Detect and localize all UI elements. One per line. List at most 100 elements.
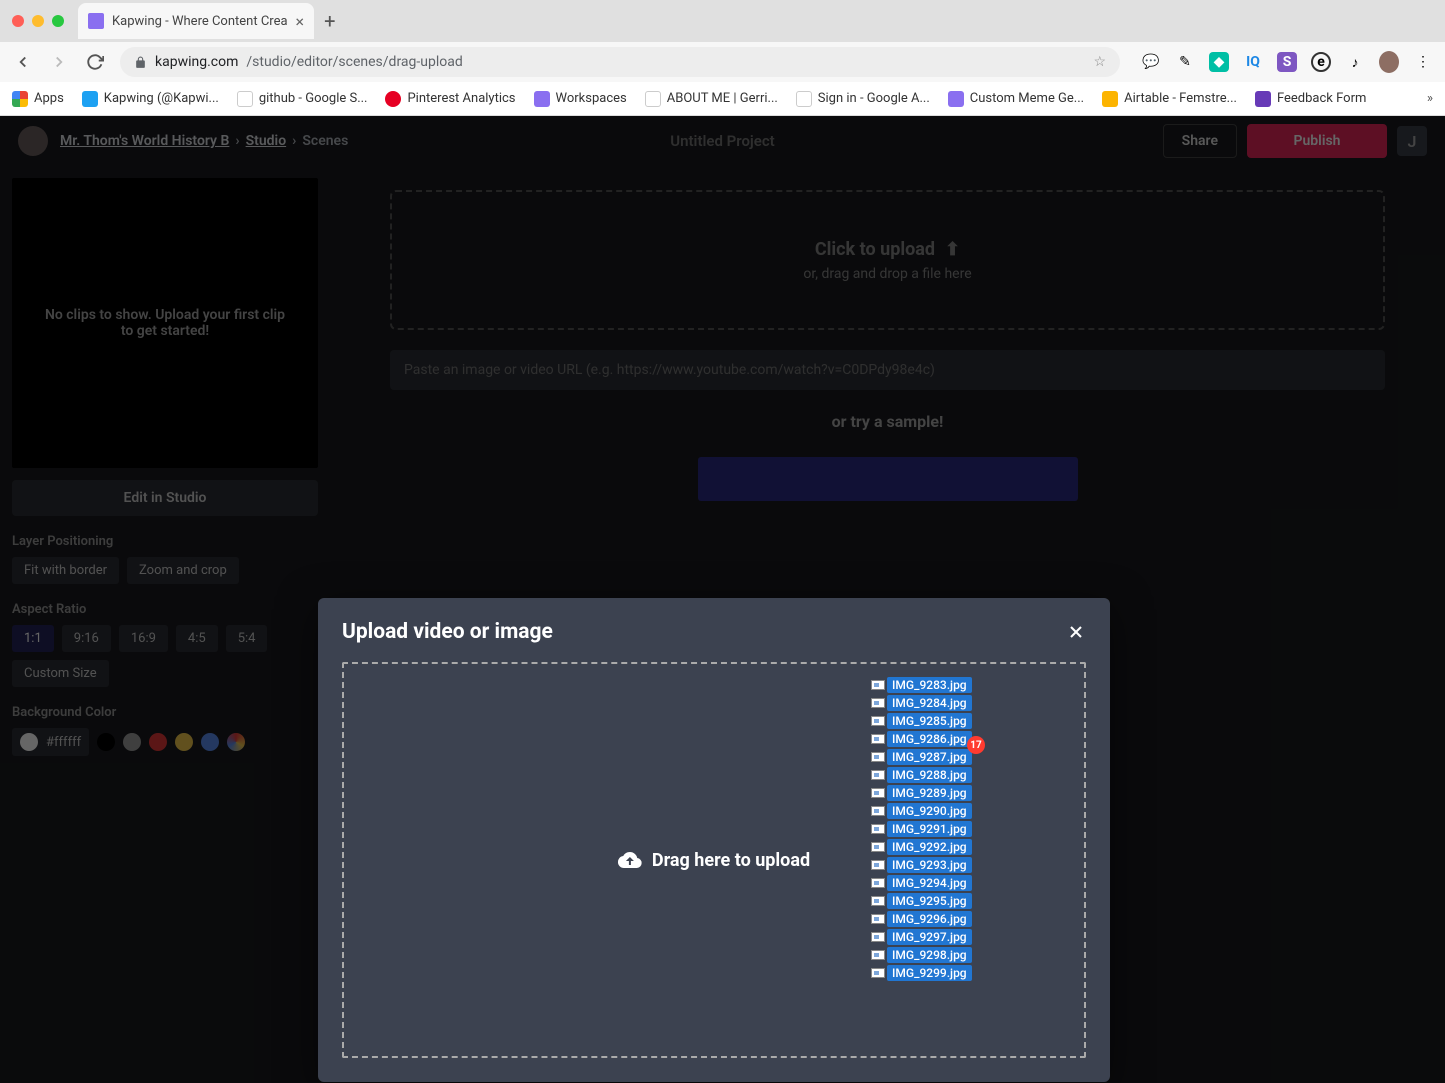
tab-title: Kapwing - Where Content Crea xyxy=(112,14,288,29)
maximize-window-icon[interactable] xyxy=(52,15,64,27)
bookmark-item[interactable]: Airtable - Femstre... xyxy=(1102,91,1237,107)
file-name-chip: IMG_9294.jpg xyxy=(887,875,972,891)
ext-icon[interactable]: ♪ xyxy=(1345,52,1365,72)
tab-close-icon[interactable]: × xyxy=(296,12,305,31)
apps-icon xyxy=(12,91,28,107)
bookmark-icon xyxy=(645,91,661,107)
bookmark-label: github - Google S... xyxy=(259,91,368,106)
drag-here-label: Drag here to upload xyxy=(652,850,810,871)
bookmark-icon xyxy=(1255,91,1271,107)
dragged-file-item: IMG_9287.jpg xyxy=(871,748,972,766)
image-file-icon xyxy=(871,824,885,834)
dragged-file-item: IMG_9294.jpg xyxy=(871,874,972,892)
image-file-icon xyxy=(871,752,885,762)
image-file-icon xyxy=(871,788,885,798)
bookmark-icon xyxy=(1102,91,1118,107)
bookmark-label: Airtable - Femstre... xyxy=(1124,91,1237,106)
file-name-chip: IMG_9288.jpg xyxy=(887,767,972,783)
image-file-icon xyxy=(871,734,885,744)
ext-icon[interactable]: S xyxy=(1277,52,1297,72)
modal-title: Upload video or image xyxy=(342,620,553,644)
dragged-file-item: IMG_9286.jpg xyxy=(871,730,972,748)
back-button[interactable] xyxy=(12,51,34,73)
url-input[interactable]: kapwing.com/studio/editor/scenes/drag-up… xyxy=(120,47,1120,77)
lock-icon xyxy=(134,56,147,69)
bookmark-item[interactable]: Pinterest Analytics xyxy=(385,91,515,107)
close-window-icon[interactable] xyxy=(12,15,24,27)
bookmark-item[interactable]: github - Google S... xyxy=(237,91,368,107)
modal-close-button[interactable] xyxy=(1066,622,1086,642)
bookmark-item[interactable]: Kapwing (@Kapwi... xyxy=(82,91,219,107)
bookmark-label: Feedback Form xyxy=(1277,91,1366,106)
ext-icon[interactable]: ✎ xyxy=(1175,52,1195,72)
window-controls[interactable] xyxy=(12,15,64,27)
file-name-chip: IMG_9296.jpg xyxy=(887,911,972,927)
file-name-chip: IMG_9295.jpg xyxy=(887,893,972,909)
bookmark-label: Workspaces xyxy=(556,91,627,106)
file-name-chip: IMG_9283.jpg xyxy=(887,677,972,693)
ext-icon[interactable]: e xyxy=(1311,52,1331,72)
ext-icon[interactable]: ◆ xyxy=(1209,52,1229,72)
image-file-icon xyxy=(871,914,885,924)
file-name-chip: IMG_9292.jpg xyxy=(887,839,972,855)
file-name-chip: IMG_9297.jpg xyxy=(887,929,972,945)
menu-icon[interactable]: ⋮ xyxy=(1413,52,1433,72)
browser-tab[interactable]: Kapwing - Where Content Crea × xyxy=(78,3,314,39)
bookmark-icon xyxy=(237,91,253,107)
file-name-chip: IMG_9287.jpg xyxy=(887,749,972,765)
forward-button[interactable] xyxy=(48,51,70,73)
file-count-badge: 17 xyxy=(967,736,985,754)
bookmark-overflow-icon[interactable]: » xyxy=(1427,91,1433,106)
bookmark-item[interactable]: Workspaces xyxy=(534,91,627,107)
image-file-icon xyxy=(871,896,885,906)
file-name-chip: IMG_9289.jpg xyxy=(887,785,972,801)
dragged-file-item: IMG_9299.jpg xyxy=(871,964,972,982)
file-name-chip: IMG_9285.jpg xyxy=(887,713,972,729)
profile-avatar-icon[interactable] xyxy=(1379,52,1399,72)
bookmark-icon xyxy=(82,91,98,107)
image-file-icon xyxy=(871,878,885,888)
bookmark-icon xyxy=(796,91,812,107)
file-name-chip: IMG_9291.jpg xyxy=(887,821,972,837)
reload-button[interactable] xyxy=(84,51,106,73)
image-file-icon xyxy=(871,968,885,978)
dragged-file-item: IMG_9289.jpg xyxy=(871,784,972,802)
dragged-file-item: IMG_9290.jpg xyxy=(871,802,972,820)
dragged-file-item: IMG_9283.jpg xyxy=(871,676,972,694)
ext-icon[interactable]: IQ xyxy=(1243,52,1263,72)
dragged-file-item: IMG_9297.jpg xyxy=(871,928,972,946)
dragged-file-item: IMG_9285.jpg xyxy=(871,712,972,730)
address-bar: kapwing.com/studio/editor/scenes/drag-up… xyxy=(0,42,1445,82)
bookmark-bar: Apps Kapwing (@Kapwi... github - Google … xyxy=(0,82,1445,116)
apps-button[interactable]: Apps xyxy=(12,91,64,107)
bookmark-icon xyxy=(385,91,401,107)
modal-dropzone[interactable]: Drag here to upload 17 IMG_9283.jpg IMG_9… xyxy=(342,662,1086,1058)
bookmark-label: Custom Meme Ge... xyxy=(970,91,1084,106)
dragged-file-item: IMG_9291.jpg xyxy=(871,820,972,838)
browser-chrome: Kapwing - Where Content Crea × + kapwing… xyxy=(0,0,1445,116)
bookmark-label: Sign in - Google A... xyxy=(818,91,930,106)
star-icon[interactable]: ☆ xyxy=(1093,54,1106,70)
bookmark-item[interactable]: Feedback Form xyxy=(1255,91,1366,107)
ext-icon[interactable]: 💬 xyxy=(1141,52,1161,72)
image-file-icon xyxy=(871,770,885,780)
image-file-icon xyxy=(871,860,885,870)
image-file-icon xyxy=(871,806,885,816)
favicon-icon xyxy=(88,13,104,29)
new-tab-button[interactable]: + xyxy=(324,9,335,33)
image-file-icon xyxy=(871,716,885,726)
minimize-window-icon[interactable] xyxy=(32,15,44,27)
bookmark-item[interactable]: ABOUT ME | Gerri... xyxy=(645,91,778,107)
dragged-file-item: IMG_9288.jpg xyxy=(871,766,972,784)
dragged-file-item: IMG_9295.jpg xyxy=(871,892,972,910)
bookmark-item[interactable]: Custom Meme Ge... xyxy=(948,91,1084,107)
url-domain: kapwing.com xyxy=(155,54,238,70)
tab-bar: Kapwing - Where Content Crea × + xyxy=(0,0,1445,42)
dragged-file-item: IMG_9296.jpg xyxy=(871,910,972,928)
file-name-chip: IMG_9284.jpg xyxy=(887,695,972,711)
image-file-icon xyxy=(871,950,885,960)
image-file-icon xyxy=(871,842,885,852)
bookmark-icon xyxy=(948,91,964,107)
file-name-chip: IMG_9298.jpg xyxy=(887,947,972,963)
bookmark-item[interactable]: Sign in - Google A... xyxy=(796,91,930,107)
